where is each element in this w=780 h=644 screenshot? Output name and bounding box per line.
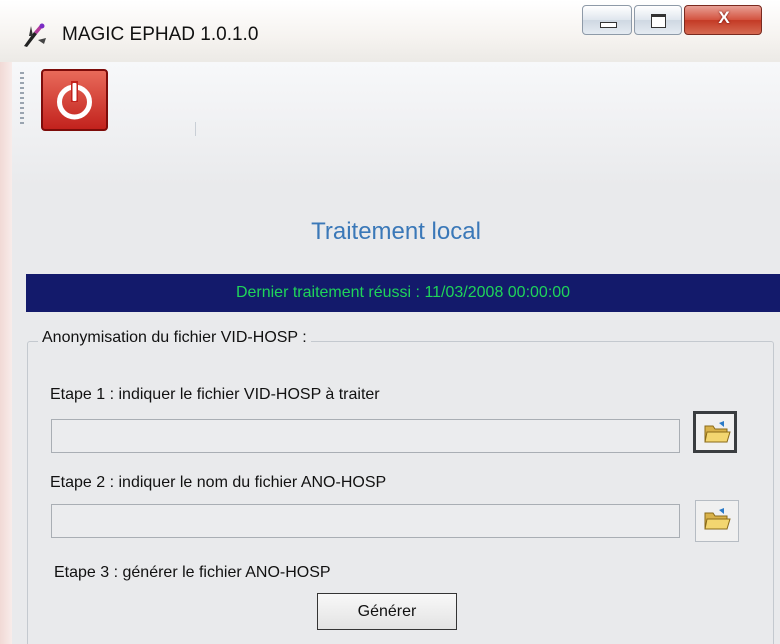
maximize-button[interactable] <box>634 5 682 35</box>
folder-open-icon <box>704 421 731 443</box>
toolbar <box>12 62 780 186</box>
magic-wand-icon <box>24 23 46 47</box>
generate-button[interactable]: Générer <box>317 593 457 630</box>
vid-hosp-file-field[interactable] <box>51 419 680 453</box>
window-left-frame <box>0 0 12 644</box>
browse-vid-hosp-button[interactable] <box>693 411 737 453</box>
status-banner: Dernier traitement réussi : 11/03/2008 0… <box>26 274 780 312</box>
title-bar[interactable]: MAGIC EPHAD 1.0.1.0 X <box>0 0 780 62</box>
toolbar-grip[interactable] <box>20 72 24 126</box>
power-button[interactable] <box>41 69 108 131</box>
step3-label: Etape 3 : générer le fichier ANO-HOSP <box>54 564 331 581</box>
ano-hosp-file-field[interactable] <box>51 504 680 538</box>
power-icon <box>57 81 92 120</box>
toolbar-separator <box>195 122 196 136</box>
page-title: Traitement local <box>311 218 481 245</box>
folder-open-icon <box>704 508 731 530</box>
application-window: MAGIC EPHAD 1.0.1.0 X Traitement local D… <box>0 0 780 644</box>
close-button[interactable]: X <box>684 5 762 35</box>
close-icon: X <box>718 8 730 27</box>
step1-label: Etape 1 : indiquer le fichier VID-HOSP à… <box>50 386 380 403</box>
maximize-icon <box>651 14 666 28</box>
window-title: MAGIC EPHAD 1.0.1.0 <box>62 24 259 45</box>
browse-ano-hosp-button[interactable] <box>695 500 739 542</box>
client-area: Traitement local Dernier traitement réus… <box>12 62 780 644</box>
group-legend: Anonymisation du fichier VID-HOSP : <box>38 329 311 347</box>
caption-buttons: X <box>582 5 766 37</box>
minimize-icon <box>600 22 617 28</box>
minimize-button[interactable] <box>582 5 632 35</box>
step2-label: Etape 2 : indiquer le nom du fichier ANO… <box>50 474 387 491</box>
